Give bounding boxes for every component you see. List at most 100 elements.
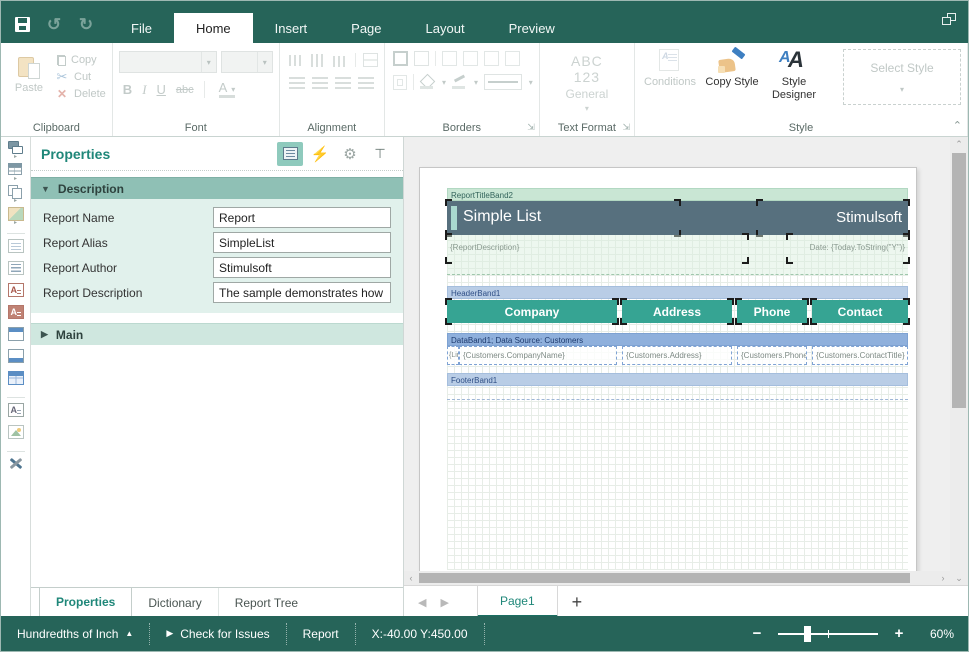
image-tool-icon[interactable]	[5, 425, 27, 445]
align-justify-icon[interactable]	[358, 76, 374, 89]
design-canvas[interactable]: ReportTitleBand2 Simple List Stimulsoft	[404, 137, 968, 618]
settings-gear-icon[interactable]: ⚙	[337, 142, 363, 166]
align-left-icon[interactable]	[289, 76, 305, 89]
data-cell-phone[interactable]: {Customers.Phone}	[737, 346, 807, 365]
bold-button[interactable]: B	[123, 82, 132, 97]
panel-top-tool-icon[interactable]	[5, 327, 27, 347]
conditions-button[interactable]: A Conditions	[641, 49, 699, 89]
vertical-scroll-thumb[interactable]	[952, 153, 966, 408]
border-color-icon[interactable]	[452, 75, 467, 89]
add-page-button[interactable]: +	[558, 586, 597, 618]
scroll-down-icon[interactable]: ⌄	[950, 571, 968, 585]
copy-style-button[interactable]: Copy Style	[703, 49, 761, 89]
horizontal-scroll-thumb[interactable]	[419, 573, 910, 583]
text-in-cells-tool-icon[interactable]	[5, 261, 27, 281]
border-inside-icon[interactable]	[393, 75, 407, 90]
units-selector[interactable]: Hundredths of Inch▲	[1, 623, 150, 645]
zoom-in-button[interactable]: +	[892, 625, 906, 642]
tab-home[interactable]: Home	[174, 13, 253, 43]
report-page[interactable]: ReportTitleBand2 Simple List Stimulsoft	[419, 167, 917, 572]
events-icon[interactable]: ⚡	[307, 142, 333, 166]
data-band-label[interactable]: DataBand1; Data Source: Customers	[447, 333, 908, 346]
tab-layout[interactable]: Layout	[404, 13, 487, 43]
border-style-select[interactable]	[484, 74, 522, 90]
font-color-button[interactable]: A ▾	[219, 81, 236, 98]
zoom-slider-thumb[interactable]	[804, 626, 811, 642]
data-cell-company-name[interactable]: {Customers.CompanyName}	[459, 346, 617, 365]
bands-tool-icon[interactable]: ▸	[5, 141, 27, 161]
border-left-icon[interactable]	[484, 51, 499, 66]
page1-tab[interactable]: Page1	[477, 586, 558, 618]
horizontal-scrollbar[interactable]: ‹ ›	[404, 571, 950, 585]
text-format-button[interactable]: ABC123 General ▾	[546, 51, 628, 113]
undo-icon[interactable]: ↺	[45, 15, 63, 33]
align-top-icon[interactable]	[289, 55, 304, 66]
html-text-tool-icon[interactable]	[5, 305, 27, 325]
strikethrough-button[interactable]: abc	[176, 84, 194, 96]
data-cell-contact-title[interactable]: {Customers.ContactTitle}	[812, 346, 908, 365]
footer-band-label[interactable]: FooterBand1	[447, 373, 908, 386]
report-description-input[interactable]	[213, 282, 391, 303]
report-author-input[interactable]	[213, 257, 391, 278]
rich-text-tool-icon[interactable]	[5, 283, 27, 303]
select-style-dropdown[interactable]: Select Style ▾	[843, 49, 961, 105]
font-size-select[interactable]: ▾	[221, 51, 273, 73]
report-scope-button[interactable]: Report	[287, 623, 356, 645]
brand-text-component[interactable]: Stimulsoft	[758, 201, 908, 235]
report-description-component[interactable]: {ReportDescription}	[447, 235, 747, 262]
border-none-icon[interactable]	[414, 51, 429, 66]
text-format-dialog-launcher-icon[interactable]: ⇲	[622, 122, 630, 133]
border-bottom-icon[interactable]	[463, 51, 478, 66]
page-tab-prev-icon[interactable]: ◀	[418, 596, 426, 609]
scroll-up-icon[interactable]: ⌃	[950, 137, 968, 151]
panel-bottom-tool-icon[interactable]	[5, 349, 27, 369]
align-bottom-icon[interactable]	[333, 56, 348, 67]
zoom-out-button[interactable]: −	[750, 625, 764, 642]
vertical-scrollbar[interactable]: ⌃ ⌄	[950, 137, 968, 585]
report-name-input[interactable]	[213, 207, 391, 228]
cross-band-tool-icon[interactable]: ▸	[5, 185, 27, 205]
table-band-tool-icon[interactable]: ▸	[5, 163, 27, 183]
zoom-slider[interactable]	[778, 626, 878, 642]
align-right-icon[interactable]	[335, 76, 351, 89]
text-angle-icon[interactable]	[363, 53, 378, 67]
tab-page[interactable]: Page	[329, 13, 403, 43]
redo-icon[interactable]: ↻	[77, 15, 95, 33]
data-cell-line[interactable]: {Line}	[447, 346, 459, 365]
section-description[interactable]: ▼ Description	[31, 177, 403, 199]
font-family-select[interactable]: ▾	[119, 51, 217, 73]
text-component-tool-icon[interactable]	[5, 403, 27, 423]
delete-button[interactable]: ✕ Delete	[55, 87, 106, 100]
align-middle-icon[interactable]	[311, 54, 326, 67]
properties-view-icon[interactable]	[277, 142, 303, 166]
tab-dictionary[interactable]: Dictionary	[132, 588, 218, 618]
scroll-left-icon[interactable]: ‹	[404, 571, 418, 585]
fill-color-icon[interactable]	[420, 75, 435, 89]
header-cell-contact[interactable]: Contact	[812, 300, 908, 323]
header-band-label[interactable]: HeaderBand1	[447, 286, 908, 299]
tab-file[interactable]: File	[109, 13, 174, 43]
check-for-issues-button[interactable]: ▶Check for Issues	[150, 623, 286, 645]
tab-insert[interactable]: Insert	[253, 13, 330, 43]
pin-panel-icon[interactable]: ⊤	[367, 142, 393, 166]
restore-window-icon[interactable]	[942, 13, 956, 25]
border-right-icon[interactable]	[505, 51, 520, 66]
border-top-icon[interactable]	[442, 51, 457, 66]
scroll-right-icon[interactable]: ›	[936, 571, 950, 585]
paste-button[interactable]: Paste	[7, 51, 51, 120]
header-cell-phone[interactable]: Phone	[737, 300, 807, 323]
header-cell-company[interactable]: Company	[447, 300, 617, 323]
underline-button[interactable]: U	[157, 82, 166, 97]
border-all-icon[interactable]	[393, 51, 408, 66]
date-component[interactable]: Date: {Today.ToString("Y")}	[788, 235, 908, 262]
copy-button[interactable]: Copy	[55, 54, 106, 66]
table-tool-icon[interactable]	[5, 371, 27, 391]
save-icon[interactable]	[13, 15, 31, 33]
services-tool-icon[interactable]	[5, 457, 27, 477]
header-cell-address[interactable]: Address	[622, 300, 732, 323]
tab-preview[interactable]: Preview	[487, 13, 577, 43]
infographic-tool-icon[interactable]: ▸	[5, 207, 27, 227]
style-designer-button[interactable]: AA Style Designer	[765, 49, 823, 102]
align-center-icon[interactable]	[312, 76, 328, 89]
text-tool-icon[interactable]	[5, 239, 27, 259]
